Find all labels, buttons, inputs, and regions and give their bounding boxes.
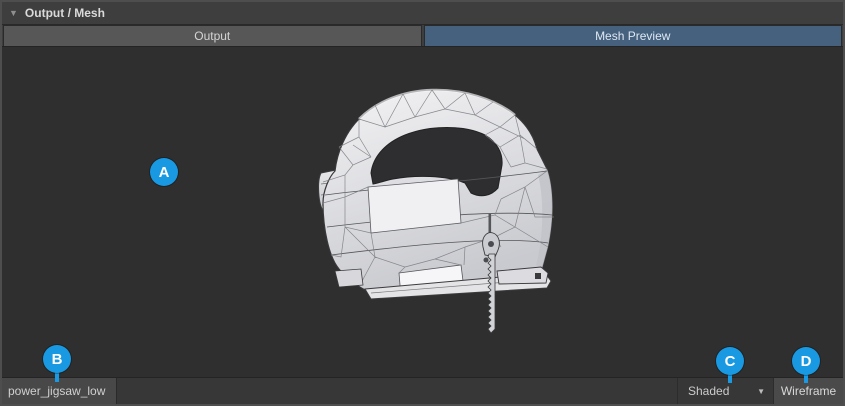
wireframe-toggle[interactable]: Wireframe (773, 378, 843, 404)
preview-status-bar: power_jigsaw_low Shaded ▼ Wireframe (2, 377, 843, 404)
tab-mesh-preview[interactable]: Mesh Preview (424, 25, 843, 46)
status-bar-spacer (117, 378, 677, 404)
foldout-triangle-icon[interactable]: ▼ (9, 9, 18, 18)
annotation-badge-a[interactable]: A (150, 158, 178, 186)
annotation-badge-c[interactable]: C (716, 347, 744, 375)
mesh-render (315, 87, 560, 337)
annotation-badge-b[interactable]: B (43, 345, 71, 373)
tab-bar: Output Mesh Preview (2, 25, 843, 47)
mesh-name-label: power_jigsaw_low (2, 378, 117, 404)
shading-mode-value: Shaded (688, 384, 729, 398)
jigsaw-mesh-graphic (315, 87, 560, 337)
annotation-badge-d[interactable]: D (792, 347, 820, 375)
output-mesh-panel: ▼ Output / Mesh Output Mesh Preview (0, 0, 845, 406)
shading-mode-dropdown[interactable]: Shaded ▼ (677, 378, 773, 404)
panel-header[interactable]: ▼ Output / Mesh (2, 2, 843, 25)
tab-output[interactable]: Output (3, 25, 422, 46)
mesh-preview-viewport[interactable] (2, 47, 843, 377)
panel-title: Output / Mesh (25, 6, 105, 20)
dropdown-arrow-icon: ▼ (757, 387, 765, 396)
